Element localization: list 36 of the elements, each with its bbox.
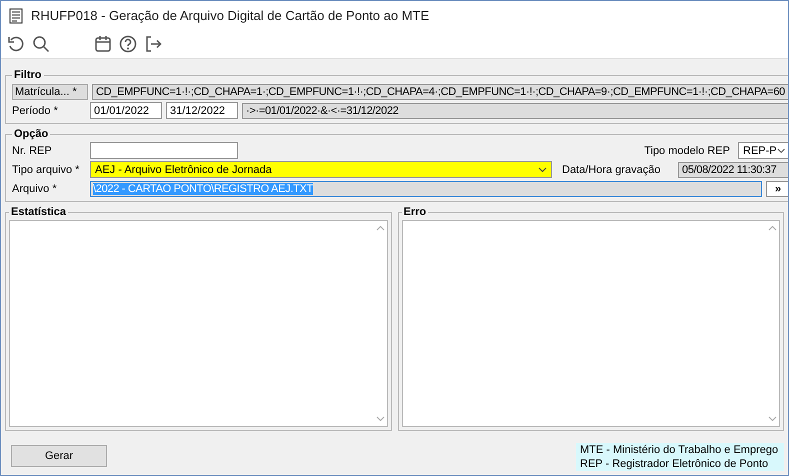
rep-model-dropdown[interactable]: REP-P [738,142,788,159]
chevron-down-icon [776,148,785,154]
help-icon[interactable] [119,35,137,53]
panel-title: Erro [402,206,428,218]
rep-model-label: Tipo modelo REP [644,144,730,156]
undo-icon[interactable] [7,35,25,53]
exit-icon[interactable] [144,35,162,53]
matricula-field[interactable]: CD_EMPFUNC=1·!·;CD_CHAPA=1·;CD_EMPFUNC=1·!·;CD_CHAPA=4·;CD_EMPFUNC=1·!·;CD_CHAPA=9·;CD_EMPFUNC=1·!·;CD_CHAPA=60 [92,84,788,100]
group-title: Filtro [13,69,42,81]
window-title: RHUFP018 - Geração de Arquivo Digital de Cartão de Ponto ao MTE [31,8,430,23]
period-expression-field[interactable]: ·>·=01/01/2022·&·<·=31/12/2022 [242,102,788,118]
document-icon [9,8,23,24]
matricula-button[interactable]: Matrícula... * [12,84,88,100]
file-type-label: Tipo arquivo * [12,164,80,176]
scroll-down-icon[interactable] [376,416,384,422]
legend-text: MTE - Ministério do Trabalho e Emprego [580,444,780,456]
search-icon[interactable] [32,35,50,53]
scroll-up-icon[interactable] [376,225,384,231]
end-date-field[interactable]: 31/12/2022 [166,102,238,119]
browse-button[interactable]: » [766,180,788,196]
file-type-dropdown[interactable]: AEJ - Arquivo Eletrônico de Jornada [90,161,552,178]
period-label: Período * [12,104,59,116]
calendar-icon[interactable] [94,35,112,53]
chevron-down-icon [538,166,547,172]
group-title: Opção [13,128,50,140]
save-datetime-label: Data/Hora gravação [562,164,662,176]
start-date-field[interactable]: 01/01/2022 [90,102,162,119]
scroll-down-icon[interactable] [768,416,777,422]
scroll-up-icon[interactable] [768,225,777,231]
generate-button[interactable]: Gerar [11,445,107,467]
file-label: Arquivo * [12,182,58,194]
rep-number-field[interactable] [90,142,238,159]
rep-number-label: Nr. REP [12,144,53,156]
legend-text: REP - Registrador Eletrônico de Ponto [580,458,770,470]
save-datetime-field: 05/08/2022 11:30:37 [678,162,788,178]
panel-title: Estatística [10,206,68,218]
